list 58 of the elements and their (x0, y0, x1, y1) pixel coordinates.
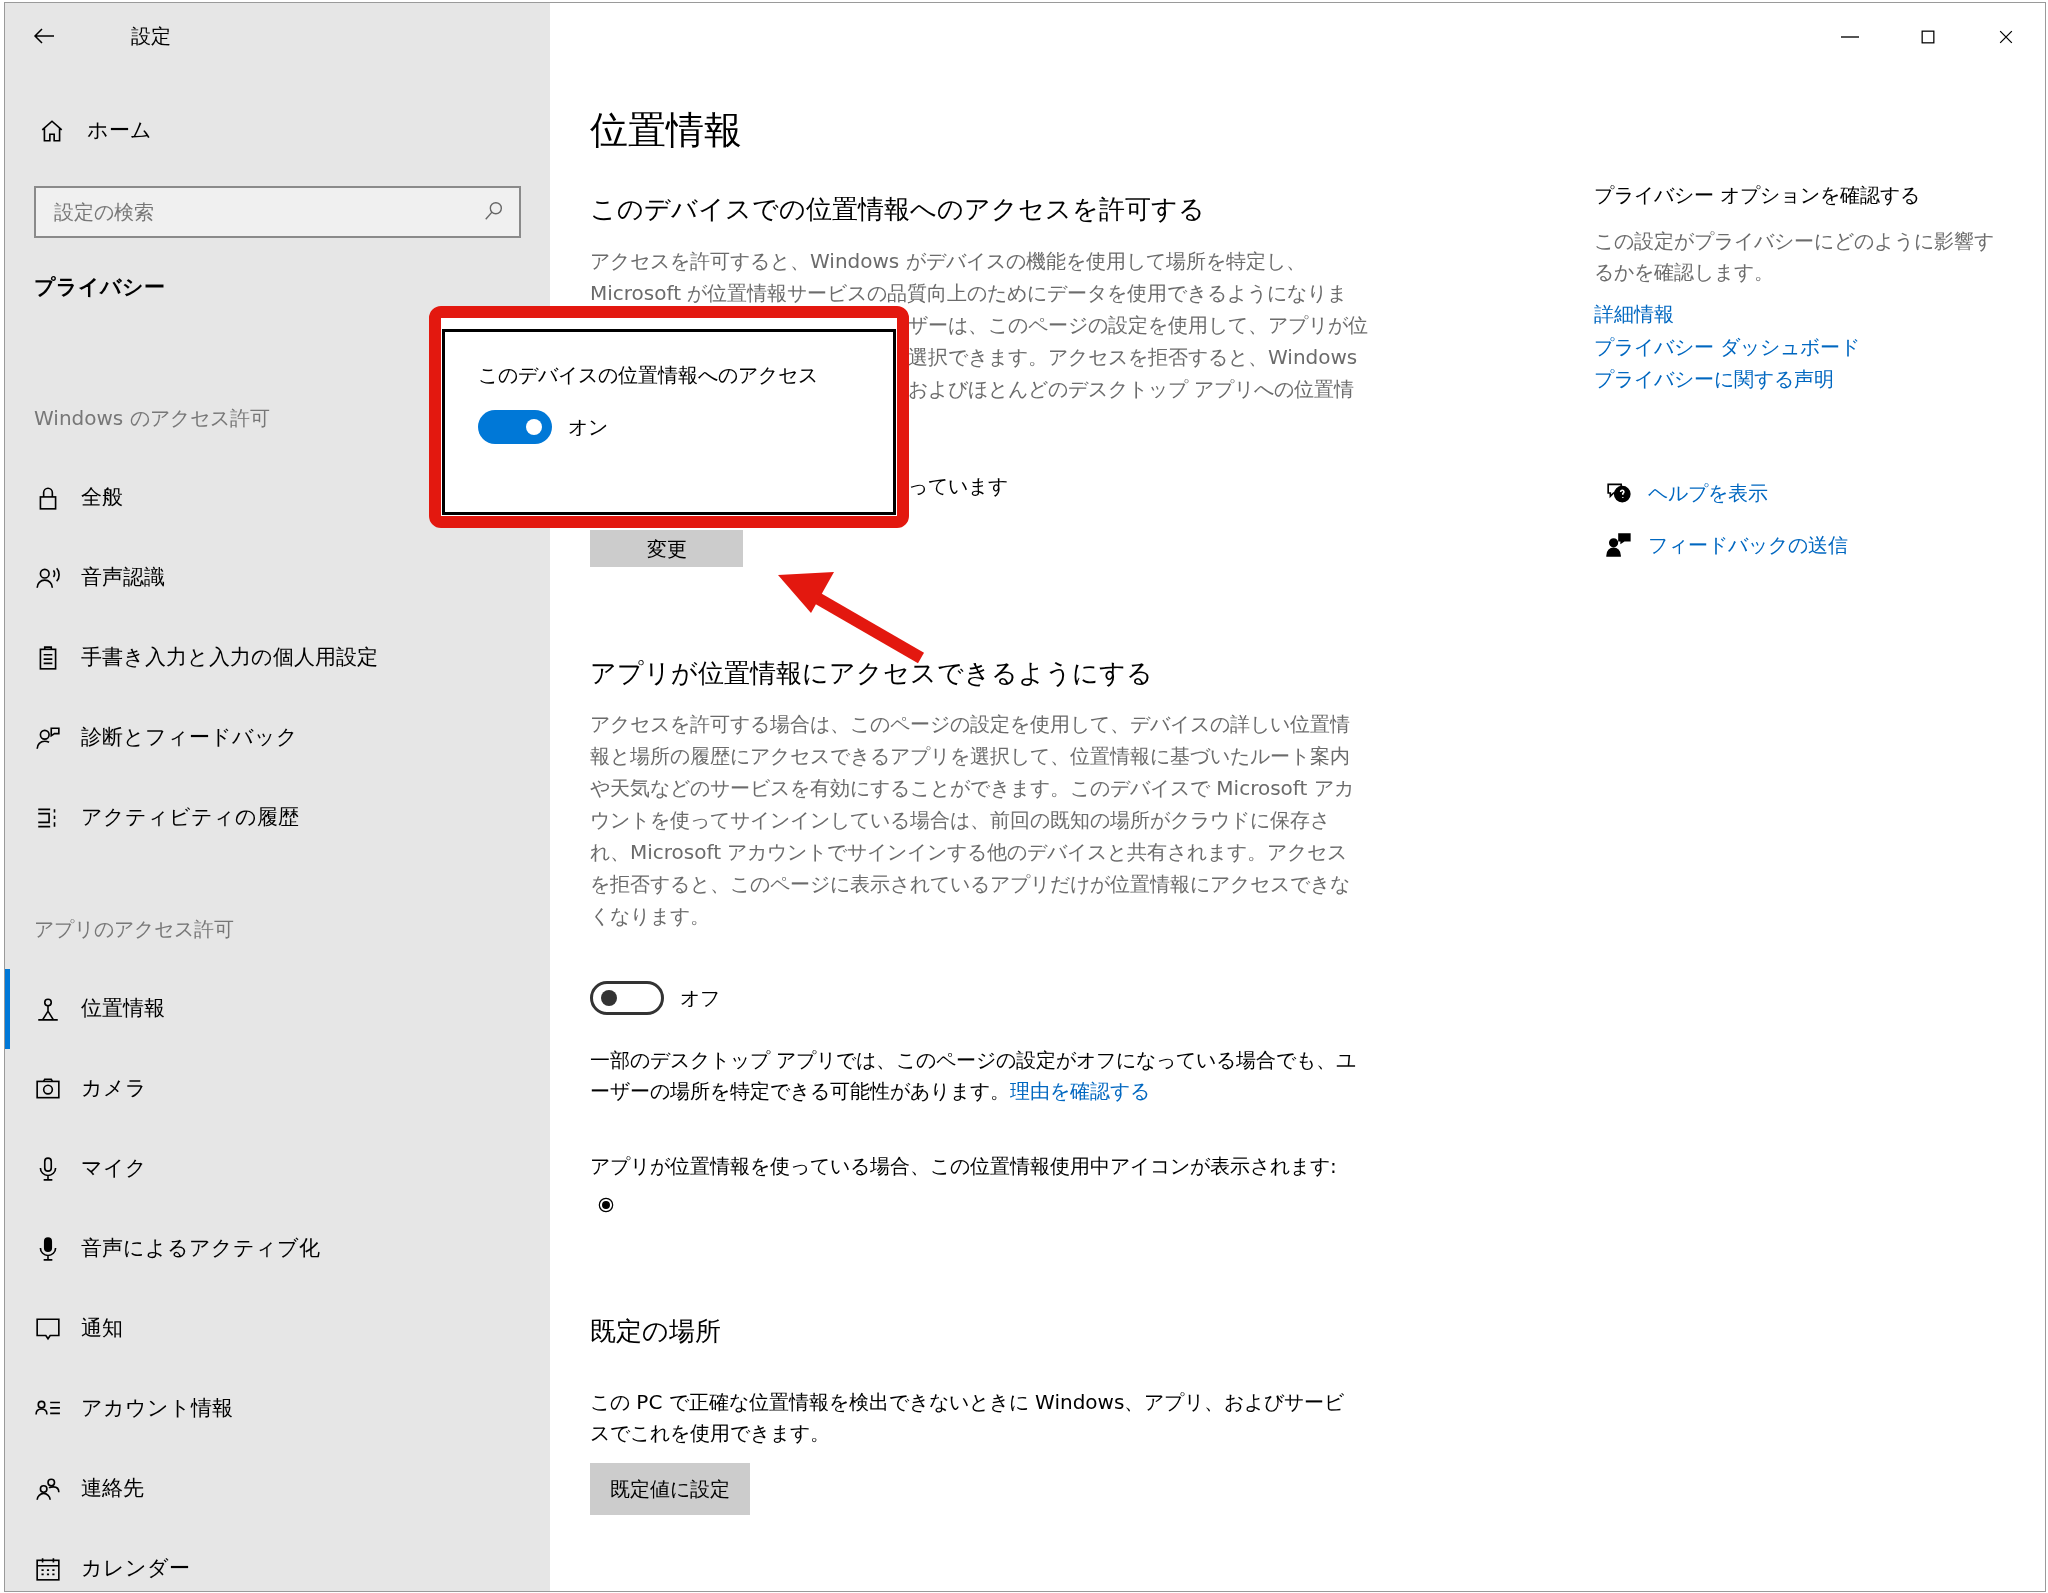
search-icon (483, 200, 505, 222)
location-indicator-icon (596, 1195, 616, 1215)
note-text: 一部のデスクトップ アプリでは、このページの設定がオフになっている場合でも、ユーザーの場所を特定できる可能性があります。理由を確認する (590, 1047, 1358, 1105)
sidebar-item[interactable]: 音声によるアクティブ化 (5, 1209, 550, 1289)
sidebar-item[interactable]: 連絡先 (5, 1449, 550, 1529)
sidebar-item[interactable]: アクティビティの履歴 (5, 778, 550, 858)
page-title: 位置情報 (590, 107, 743, 154)
minimize-icon (1841, 36, 1859, 38)
section-heading: アプリが位置情報にアクセスできるようにする (590, 657, 1153, 690)
description-text: この PC で正確な位置情報を検出できないときに Windows、アプリ、およびサービスでこれを使用できます。 (590, 1389, 1346, 1447)
change-button[interactable]: 変更 (590, 530, 743, 567)
description-text: およびほとんどのデスクトップ アプリへの位置情 (908, 376, 1355, 403)
indicator-note: アプリが位置情報を使っている場合、この位置情報使用中アイコンが表示されます: (590, 1154, 1337, 1178)
person-feedback-icon (35, 725, 61, 751)
sidebar-item[interactable]: マイク (5, 1129, 550, 1209)
description-text: Microsoft が位置情報サービスの品質向上のためにデータを使用できるようになりま (590, 280, 1349, 307)
sidebar-item[interactable]: 手書き入力と入力の個人用設定 (5, 618, 550, 698)
toggle-label: オン (568, 414, 608, 441)
person-voice-icon (35, 565, 61, 591)
person-feedback-icon (1606, 531, 1632, 558)
related-description: この設定がプライバシーにどのように影響するかを確認します。 (1594, 228, 1994, 286)
related-link[interactable]: プライバシー ダッシュボード (1594, 330, 1861, 363)
person-pin-icon (35, 996, 61, 1022)
section-heading: 既定の場所 (590, 1315, 721, 1348)
calendar-icon (35, 1556, 61, 1582)
sidebar-item[interactable]: 音声認識 (5, 538, 550, 618)
window-title: 設定 (131, 23, 171, 50)
set-default-button[interactable]: 既定値に設定 (590, 1463, 750, 1515)
related-link[interactable]: プライバシーに関する声明 (1594, 363, 1834, 396)
toggle-switch[interactable] (478, 410, 552, 444)
sidebar-item[interactable]: カメラ (5, 1049, 550, 1129)
home-item[interactable]: ホーム (5, 100, 550, 162)
description-text: アクセスを許可する場合は、このページの設定を使用して、デバイスの詳しい位置情報と場所の履歴にアクセスできるアプリを選択して、位置情報に基づいたルート案内や天気などのサービスを有効にすることができます。このデバイスで Microsoft アカウントを使ってサインインしている場合は、前回の既知の場所がクラウドに保存され、Microsoft アカウントでサインインする他のデバイスと共有されます。アクセスを拒否すると、このページに表示されているアプリだけが位置情報にアクセスできなくなります。 (590, 711, 1355, 930)
support-link[interactable]: フィードバックの送信 (1648, 529, 1848, 560)
group-header: アプリのアクセス許可 (33, 916, 234, 943)
sidebar-item[interactable]: 位置情報 (5, 969, 550, 1049)
description-text: 選択できます。アクセスを拒否すると、Windows (908, 344, 1358, 371)
related-link[interactable]: 詳細情報 (1594, 298, 1674, 331)
sidebar-item[interactable]: カレンダー (5, 1529, 550, 1591)
section-heading: このデバイスでの位置情報へのアクセスを許可する (590, 193, 1205, 226)
description-text: ザーは、このページの設定を使用して、アプリが位 (908, 312, 1368, 339)
sidebar-item[interactable]: アカウント情報 (5, 1369, 550, 1449)
toggle-switch[interactable] (590, 981, 664, 1015)
popup-title: このデバイスの位置情報へのアクセス (478, 362, 819, 389)
toggle-label: オフ (680, 985, 720, 1012)
status-text: っています (908, 473, 1008, 500)
home-icon (39, 118, 65, 144)
search-field[interactable]: 設定の検索 (34, 186, 521, 238)
sidebar-item[interactable]: 通知 (5, 1289, 550, 1369)
learn-more-link[interactable]: 理由を確認する (1010, 1079, 1150, 1103)
group-header: Windows のアクセス許可 (33, 405, 270, 432)
speech-bubble-icon (35, 1316, 61, 1342)
description-text: アクセスを許可すると、Windows がデバイスの機能を使用して場所を特定し、 (590, 248, 1307, 275)
people-icon (35, 1476, 61, 1502)
related-heading: プライバシー オプションを確認する (1594, 182, 1922, 209)
section-title: プライバシー (33, 274, 166, 302)
support-link[interactable]: ヘルプを表示 (1648, 477, 1768, 508)
sidebar-item[interactable]: 診断とフィードバック (5, 698, 550, 778)
